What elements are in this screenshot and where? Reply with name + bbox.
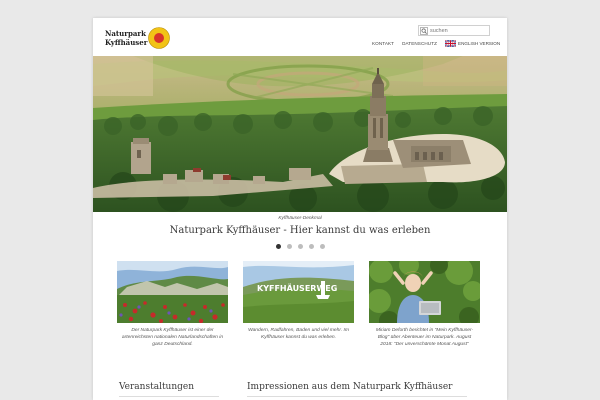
teaser-image-blogger[interactable] bbox=[369, 261, 480, 323]
teaser-nature[interactable]: Der Naturpark Kyffhäuser ist einer der a… bbox=[117, 261, 228, 348]
section-divider bbox=[119, 396, 219, 397]
hero-caption: Kyffhäuser-Denkmal bbox=[278, 216, 322, 221]
hero-landscape-illustration bbox=[93, 56, 507, 212]
logo-sun-icon[interactable] bbox=[148, 27, 170, 49]
slider-dot-2[interactable] bbox=[287, 244, 292, 249]
kyffhaeuserweg-overlay: KYFFHÄUSERWEG bbox=[257, 283, 337, 293]
english-version-link[interactable]: ENGLISH VERSION bbox=[445, 39, 501, 47]
nav-link-kontakt[interactable]: KONTAKT bbox=[372, 41, 394, 46]
page-container: Naturpark Kyffhäuser KONTAKT DATENSCHUTZ… bbox=[93, 18, 507, 400]
uk-flag-icon bbox=[445, 39, 457, 47]
teaser-text: Miriam Deforth berichtet in "Mein Kyffhä… bbox=[375, 328, 474, 347]
logo-line-1: Naturpark bbox=[105, 29, 146, 38]
english-version-label: ENGLISH VERSION bbox=[458, 40, 501, 46]
logo-line-2: Kyffhäuser bbox=[105, 38, 148, 47]
top-nav: KONTAKT DATENSCHUTZ ENGLISH VERSION bbox=[372, 39, 500, 47]
search-box[interactable] bbox=[418, 25, 490, 36]
section-title-impressions: Impressionen aus dem Naturpark Kyffhäuse… bbox=[247, 382, 453, 392]
teaser-kyffhaeuserweg[interactable]: KYFFHÄUSERWEG Wandern, Radfahren, Baden … bbox=[243, 261, 354, 341]
search-icon[interactable] bbox=[420, 27, 428, 35]
teaser-text: Der Naturpark Kyffhäuser ist einer der a… bbox=[121, 328, 224, 347]
slider-dot-1[interactable] bbox=[276, 244, 281, 249]
slider-dot-3[interactable] bbox=[298, 244, 303, 249]
teaser-image-meadow[interactable] bbox=[117, 261, 228, 323]
hero-slider-image[interactable] bbox=[93, 56, 507, 212]
nav-link-datenschutz[interactable]: DATENSCHUTZ bbox=[402, 41, 437, 46]
section-title-events: Veranstaltungen bbox=[119, 382, 195, 392]
teaser-image-hiking[interactable]: KYFFHÄUSERWEG bbox=[243, 261, 354, 323]
slider-dots bbox=[276, 244, 325, 249]
teaser-text: Wandern, Radfahren, Baden und viel mehr.… bbox=[248, 328, 349, 340]
hero-tagline: Naturpark Kyffhäuser - Hier kannst du wa… bbox=[169, 225, 431, 236]
slider-dot-5[interactable] bbox=[320, 244, 325, 249]
search-input[interactable] bbox=[430, 26, 488, 35]
logo-wordmark[interactable]: Naturpark Kyffhäuser bbox=[105, 29, 147, 47]
teaser-blog[interactable]: Miriam Deforth berichtet in "Mein Kyffhä… bbox=[369, 261, 480, 348]
section-divider bbox=[247, 396, 467, 397]
slider-dot-4[interactable] bbox=[309, 244, 314, 249]
